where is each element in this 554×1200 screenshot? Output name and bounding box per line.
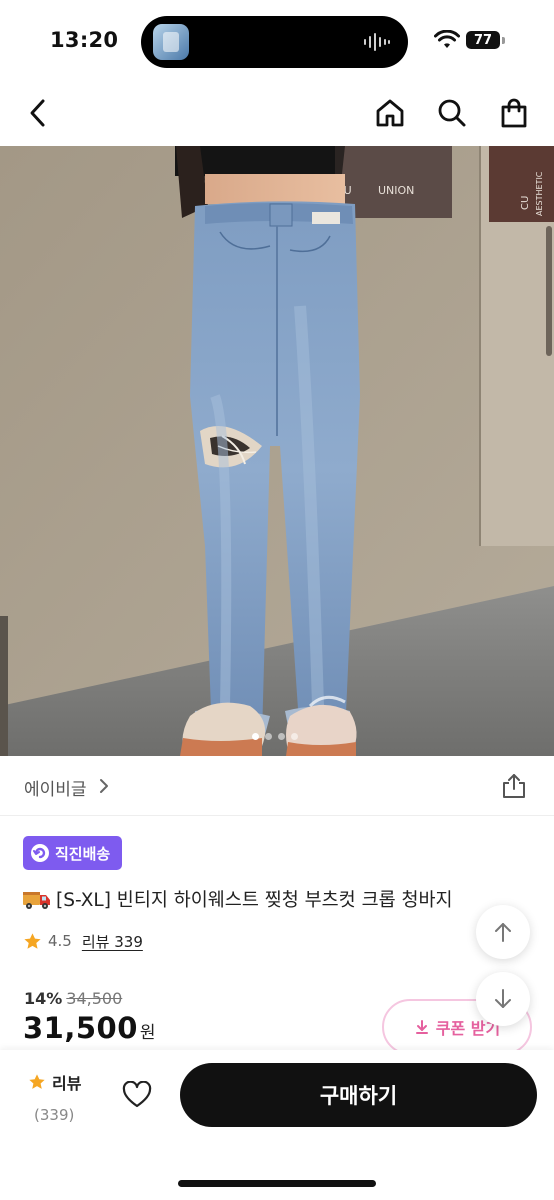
heart-icon: [122, 1081, 152, 1108]
review-summary-button[interactable]: 리뷰 (339): [28, 1070, 88, 1124]
review-count-link[interactable]: 리뷰 339: [82, 931, 143, 952]
scroll-bottom-button[interactable]: [476, 972, 530, 1026]
carousel-dot[interactable]: [278, 733, 285, 740]
review-label: 리뷰: [52, 1074, 82, 1093]
top-nav-bar: [0, 80, 554, 146]
seller-name-link[interactable]: 에이비글: [24, 775, 87, 800]
chevron-right-icon[interactable]: [98, 778, 110, 794]
carousel-dot[interactable]: [252, 733, 259, 740]
product-photo: CU UNION CU AESTHETIC: [0, 146, 554, 756]
home-indicator: [178, 1180, 376, 1187]
download-icon: [415, 1020, 428, 1034]
sign-text: UNION: [378, 184, 414, 197]
search-icon: [438, 99, 466, 127]
product-title-text: [S-XL] 빈티지 하이웨스트 찢청 부츠컷 크롭 청바지: [56, 890, 453, 911]
home-icon: [376, 99, 404, 127]
now-playing-app-icon: [153, 24, 189, 60]
battery-nub: [502, 37, 505, 44]
star-icon: [29, 1074, 45, 1089]
delivery-truck-icon: [23, 892, 50, 909]
audio-wave-icon: [364, 33, 390, 51]
dynamic-island: [141, 16, 408, 68]
arrow-down-icon: [495, 989, 511, 1008]
scroll-top-button[interactable]: [476, 905, 530, 959]
product-image-carousel[interactable]: CU UNION CU AESTHETIC: [0, 146, 554, 756]
home-button[interactable]: [370, 93, 410, 133]
share-icon[interactable]: [500, 772, 528, 800]
search-button[interactable]: [432, 93, 472, 133]
review-count: (339): [34, 1106, 75, 1124]
buy-button[interactable]: 구매하기: [180, 1063, 537, 1127]
battery-indicator: 77: [466, 31, 500, 49]
status-bar: 13:20 77: [0, 0, 554, 80]
review-label-row: 리뷰: [28, 1070, 88, 1094]
arrow-up-icon: [495, 923, 511, 942]
status-time: 13:20: [50, 28, 119, 52]
carousel-dot[interactable]: [265, 733, 272, 740]
price-unit: 원: [139, 1023, 156, 1043]
discount-rate: 14%: [24, 989, 63, 1008]
carousel-dots: [252, 733, 298, 741]
final-price: 31,500 원: [23, 1011, 156, 1045]
discount-row: 14% 34,500: [24, 989, 122, 1008]
final-price-value: 31,500: [23, 1011, 138, 1045]
seller-row: 에이비글: [0, 756, 554, 816]
bottom-action-bar: 리뷰 (339) 구매하기: [0, 1050, 554, 1200]
wishlist-button[interactable]: [120, 1078, 154, 1112]
sign-text-4: AESTHETIC: [535, 171, 544, 216]
cart-button[interactable]: [494, 93, 534, 133]
original-price: 34,500: [66, 989, 123, 1008]
badge-label: 직진배송: [55, 844, 111, 863]
product-title: [S-XL] 빈티지 하이웨스트 찢청 부츠컷 크롭 청바지: [22, 886, 453, 912]
rating-value: 4.5: [48, 932, 72, 950]
wifi-icon: [434, 30, 460, 48]
back-button[interactable]: [18, 93, 58, 133]
chevron-left-icon: [30, 99, 45, 127]
carousel-dot[interactable]: [291, 733, 298, 740]
rating-row: 4.5 리뷰 339: [23, 930, 143, 952]
direct-shipping-badge: 직진배송: [23, 836, 123, 870]
shopping-bag-icon: [501, 98, 527, 128]
star-icon: [24, 932, 41, 949]
sign-text-3: CU: [520, 196, 531, 210]
direct-shipping-icon: [31, 844, 49, 862]
